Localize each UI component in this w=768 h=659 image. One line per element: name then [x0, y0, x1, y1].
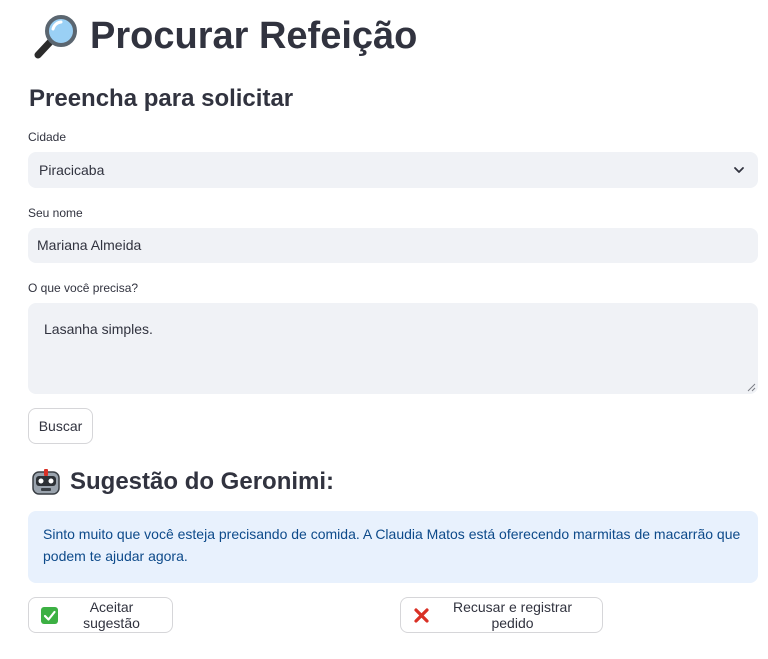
city-select[interactable]: Piracicaba [28, 152, 758, 188]
suggestion-title-text: Sugestão do Geronimi: [70, 468, 335, 495]
form-subtitle: Preencha para solicitar [29, 85, 294, 112]
accept-suggestion-button[interactable]: Aceitar sugestão [28, 597, 173, 633]
accept-suggestion-label: Aceitar sugestão [83, 599, 140, 631]
resize-handle-icon[interactable] [746, 382, 756, 392]
need-textarea[interactable]: Lasanha simples. [28, 303, 758, 394]
chevron-down-icon [734, 167, 744, 173]
name-input[interactable]: Mariana Almeida [28, 228, 758, 263]
city-select-value: Piracicaba [39, 162, 105, 178]
page-title: Procurar Refeição [30, 12, 417, 60]
need-textarea-value: Lasanha simples. [44, 321, 153, 337]
page-title-text: Procurar Refeição [90, 15, 418, 57]
cross-mark-icon [414, 607, 429, 623]
reject-and-register-button[interactable]: Recusar e registrar pedido [400, 597, 603, 633]
reject-and-register-label: Recusar e registrar pedido [452, 599, 573, 631]
robot-icon [32, 469, 60, 495]
need-label: O que você precisa? [28, 281, 139, 295]
suggestion-title: Sugestão do Geronimi: [30, 466, 334, 498]
check-mark-icon [41, 606, 58, 624]
suggestion-message: Sinto muito que você esteja precisando d… [28, 511, 758, 583]
search-button[interactable]: Buscar [28, 408, 93, 444]
magnifying-glass-icon [34, 15, 77, 59]
name-label: Seu nome [28, 206, 83, 220]
city-label: Cidade [28, 130, 67, 144]
